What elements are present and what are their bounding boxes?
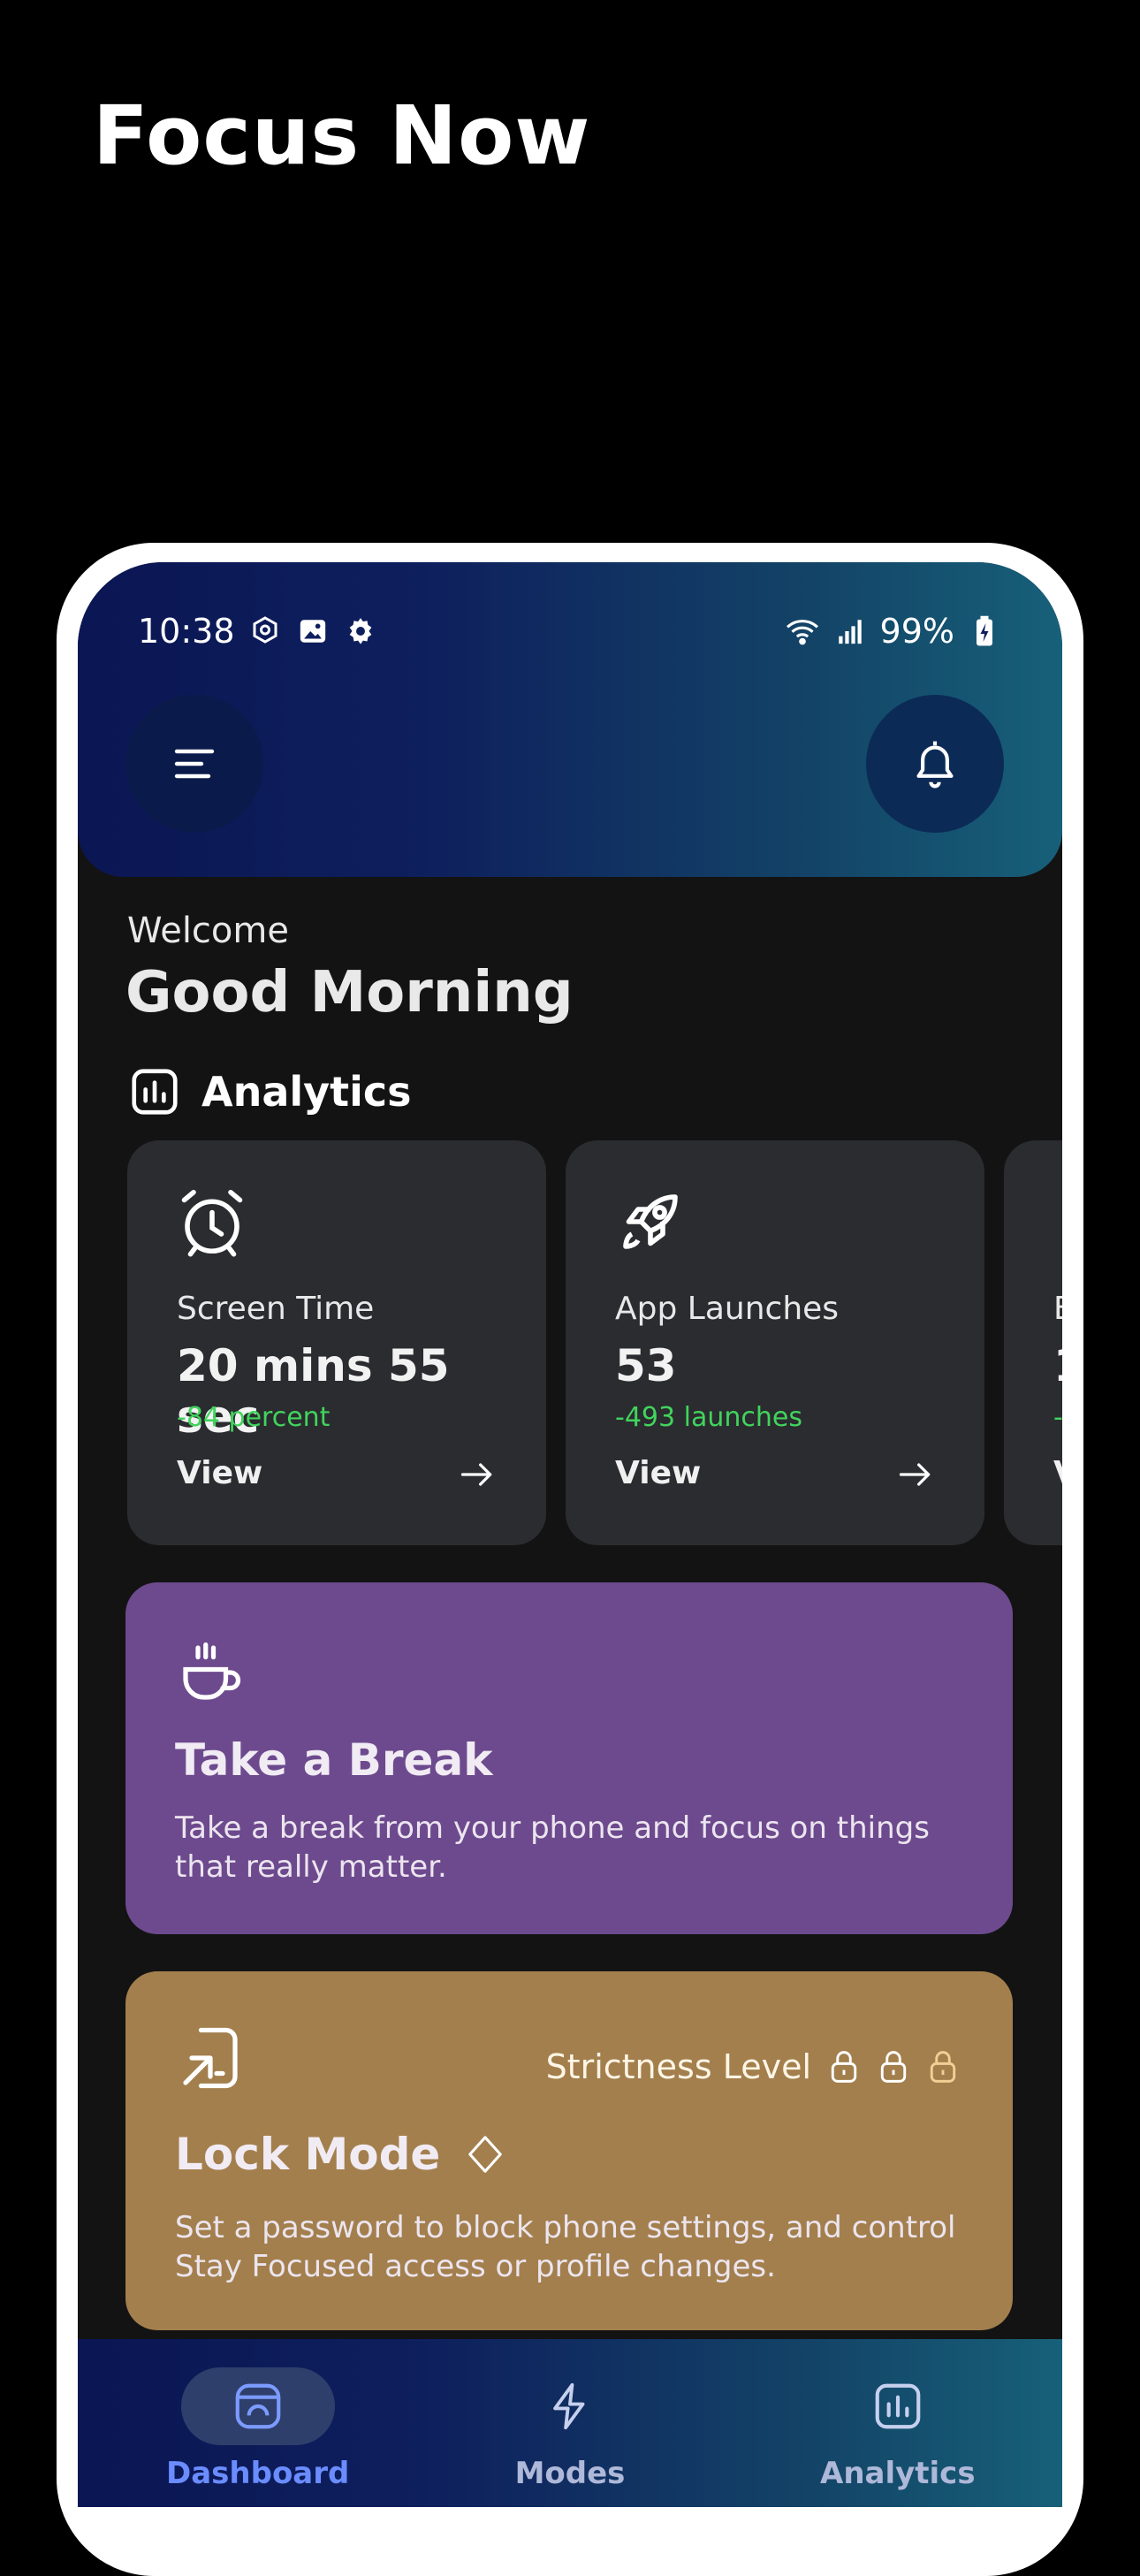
analytics-cards[interactable]: Screen Time 20 mins 55 sec -84 percent V… [127,1140,1062,1547]
lock-mode-description: Set a password to block phone settings, … [175,2210,956,2284]
break-title: Take a Break [175,1734,493,1786]
nav-label: Dashboard [166,2456,350,2491]
view-link[interactable]: View [177,1455,262,1491]
nav-modes[interactable]: Modes [493,2367,647,2491]
promo-title: Focus Now [93,88,591,183]
wifi-icon [785,614,820,649]
chart-icon [875,2383,921,2429]
menu-button[interactable] [125,695,263,833]
nav-label: Analytics [820,2456,976,2491]
welcome-label: Welcome [127,911,289,951]
menu-icon [174,749,215,779]
settings-icon [343,614,378,649]
card-value: 53 [615,1340,677,1391]
view-link[interactable]: V [1053,1455,1062,1491]
phone-icon [1052,1185,1062,1259]
nav-analytics[interactable]: Analytics [820,2367,976,2491]
analytics-title: Analytics [201,1068,412,1116]
diamond-chevron-icon[interactable] [465,2134,505,2175]
card-delta: -84 percent [177,1402,331,1433]
lock-icon [880,2051,907,2083]
strictness-label: Strictness Level [545,2047,811,2086]
lightning-icon [553,2382,585,2430]
third-stat-card[interactable]: B 1 - V [1004,1140,1062,1545]
lock-mode-title: Lock Mode [175,2129,441,2180]
analytics-section-header: Analytics [127,1064,412,1119]
lock-mode-card[interactable]: Strictness Level Lock Mode Set a passwor… [125,1971,1013,2330]
bottom-navigation: Dashboard Modes Analytics [78,2339,1062,2507]
app-launches-card[interactable]: App Launches 53 -493 launches View [566,1140,984,1545]
card-label: B [1053,1291,1062,1327]
nav-label: Modes [514,2456,626,2491]
card-label: Screen Time [177,1291,375,1327]
view-link[interactable]: View [615,1455,701,1491]
nav-dashboard[interactable]: Dashboard [166,2367,349,2491]
analytics-icon [132,1069,178,1115]
take-a-break-card[interactable]: Take a Break Take a break from your phon… [125,1582,1013,1934]
stopwatch-icon [181,1189,243,1257]
arrow-right-icon[interactable] [458,1455,497,1494]
lock-mode-icon [183,2027,238,2089]
lock-icon [831,2051,857,2083]
notification-button[interactable] [866,695,1004,833]
card-label: App Launches [615,1291,840,1327]
image-icon [295,614,331,649]
rocket-icon [623,1194,678,1249]
greeting-title: Good Morning [125,960,574,1025]
lock-mode-title-row[interactable]: Lock Mode [175,2129,505,2180]
status-time: 10:38 [138,612,235,651]
card-value: 1 [1053,1340,1062,1391]
dashboard-icon [235,2383,280,2429]
lock-icon [930,2051,956,2083]
strictness-level[interactable]: Strictness Level [546,2047,960,2086]
status-bar: 10:38 99% [138,605,1002,658]
battery-percent: 99% [879,612,954,651]
screen-time-card[interactable]: Screen Time 20 mins 55 sec -84 percent V… [127,1140,546,1545]
shield-gear-icon [247,614,283,649]
app-header: 10:38 99% [78,562,1062,877]
card-delta: - [1053,1402,1062,1433]
card-delta: -493 launches [615,1402,802,1433]
battery-charging-icon [967,614,1002,649]
arrow-right-icon[interactable] [896,1455,935,1494]
signal-icon [832,614,868,649]
break-description: Take a break from your phone and focus o… [175,1810,930,1885]
coffee-cup-icon [183,1642,241,1700]
app-screen: 10:38 99% Welcome Good Morning Analytics… [78,562,1062,2507]
bell-icon [916,741,954,789]
